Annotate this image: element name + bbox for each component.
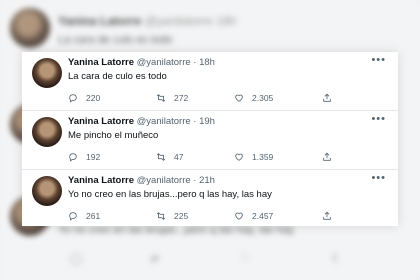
like-count: 2.305 [252, 93, 274, 103]
tweet-actions: 220 272 2.305 [68, 91, 388, 105]
avatar[interactable] [32, 117, 62, 147]
tweet-header: Yanina Latorre @yanilatorre · 19h [68, 116, 215, 127]
tweet-time[interactable]: 21h [199, 175, 215, 186]
heart-icon [235, 212, 243, 220]
like-button[interactable]: 2.457 [234, 209, 273, 223]
retweet-count: 47 [174, 152, 184, 162]
bg-tweet-text: La cara de culo es todo [58, 34, 173, 46]
reply-icon [69, 94, 77, 103]
bg-author-name: Yanina Latorre [58, 14, 142, 28]
heart-icon [235, 153, 243, 161]
bg-time: 18h [216, 14, 237, 28]
more-horizontal-icon[interactable]: ••• [371, 54, 386, 66]
like-button[interactable]: 1.359 [234, 150, 273, 164]
tweet-header: Yanina Latorre @yanilatorre · 18h [68, 57, 215, 68]
share-button[interactable] [322, 150, 340, 164]
reply-button[interactable]: 261 [68, 209, 100, 223]
separator-dot: · [193, 116, 197, 127]
tweet[interactable]: Yanina Latorre @yanilatorre · 18h ••• La… [22, 52, 398, 110]
author-handle[interactable]: @yanilatorre [137, 175, 191, 186]
retweet-button[interactable]: 225 [156, 209, 188, 223]
retweet-icon [156, 94, 166, 102]
retweet-count: 225 [174, 211, 189, 221]
bg-author-handle: @yanilatorre [144, 14, 213, 28]
tweet-text: Yo no creo en las brujas...pero q las ha… [68, 189, 272, 200]
reply-count: 192 [86, 152, 101, 162]
more-horizontal-icon[interactable]: ••• [371, 113, 386, 125]
tweet-time[interactable]: 18h [199, 57, 215, 68]
separator-dot: · [193, 175, 197, 186]
author-name[interactable]: Yanina Latorre [68, 175, 134, 186]
tweet-time[interactable]: 19h [199, 116, 215, 127]
tweets-card: Yanina Latorre @yanilatorre · 18h ••• La… [22, 52, 398, 226]
reply-count: 220 [86, 93, 101, 103]
share-button[interactable] [322, 209, 340, 223]
tweet-header: Yanina Latorre @yanilatorre · 21h [68, 175, 215, 186]
reply-icon [69, 212, 77, 221]
share-icon [323, 93, 331, 102]
retweet-count: 272 [174, 93, 189, 103]
reply-button[interactable]: 220 [68, 91, 100, 105]
tweet[interactable]: Yanina Latorre @yanilatorre · 21h ••• Yo… [22, 170, 398, 228]
avatar[interactable] [32, 58, 62, 88]
retweet-icon [156, 212, 166, 220]
author-name[interactable]: Yanina Latorre [68, 57, 134, 68]
reply-button[interactable]: 192 [68, 150, 100, 164]
bg-avatar [10, 8, 50, 48]
reply-icon [69, 153, 77, 162]
avatar[interactable] [32, 176, 62, 206]
more-horizontal-icon[interactable]: ••• [371, 172, 386, 184]
tweet-text: La cara de culo es todo [68, 71, 167, 82]
like-button[interactable]: 2.305 [234, 91, 273, 105]
author-handle[interactable]: @yanilatorre [137, 116, 191, 127]
separator-dot: · [193, 57, 197, 68]
share-icon [323, 211, 331, 220]
author-handle[interactable]: @yanilatorre [137, 57, 191, 68]
share-icon [323, 152, 331, 161]
author-name[interactable]: Yanina Latorre [68, 116, 134, 127]
retweet-icon [156, 153, 166, 161]
retweet-button[interactable]: 272 [156, 91, 188, 105]
tweet[interactable]: Yanina Latorre @yanilatorre · 19h ••• Me… [22, 111, 398, 169]
tweet-actions: 192 47 1.359 [68, 150, 388, 164]
like-count: 2.457 [252, 211, 274, 221]
reply-count: 261 [86, 211, 101, 221]
tweet-text: Me pincho el muñeco [68, 130, 159, 141]
bg-author: Yanina Latorre @yanilatorre 18h [58, 14, 236, 28]
tweet-actions: 261 225 2.457 [68, 209, 388, 223]
share-button[interactable] [322, 91, 340, 105]
heart-icon [235, 94, 243, 102]
retweet-button[interactable]: 47 [156, 150, 183, 164]
like-count: 1.359 [252, 152, 274, 162]
